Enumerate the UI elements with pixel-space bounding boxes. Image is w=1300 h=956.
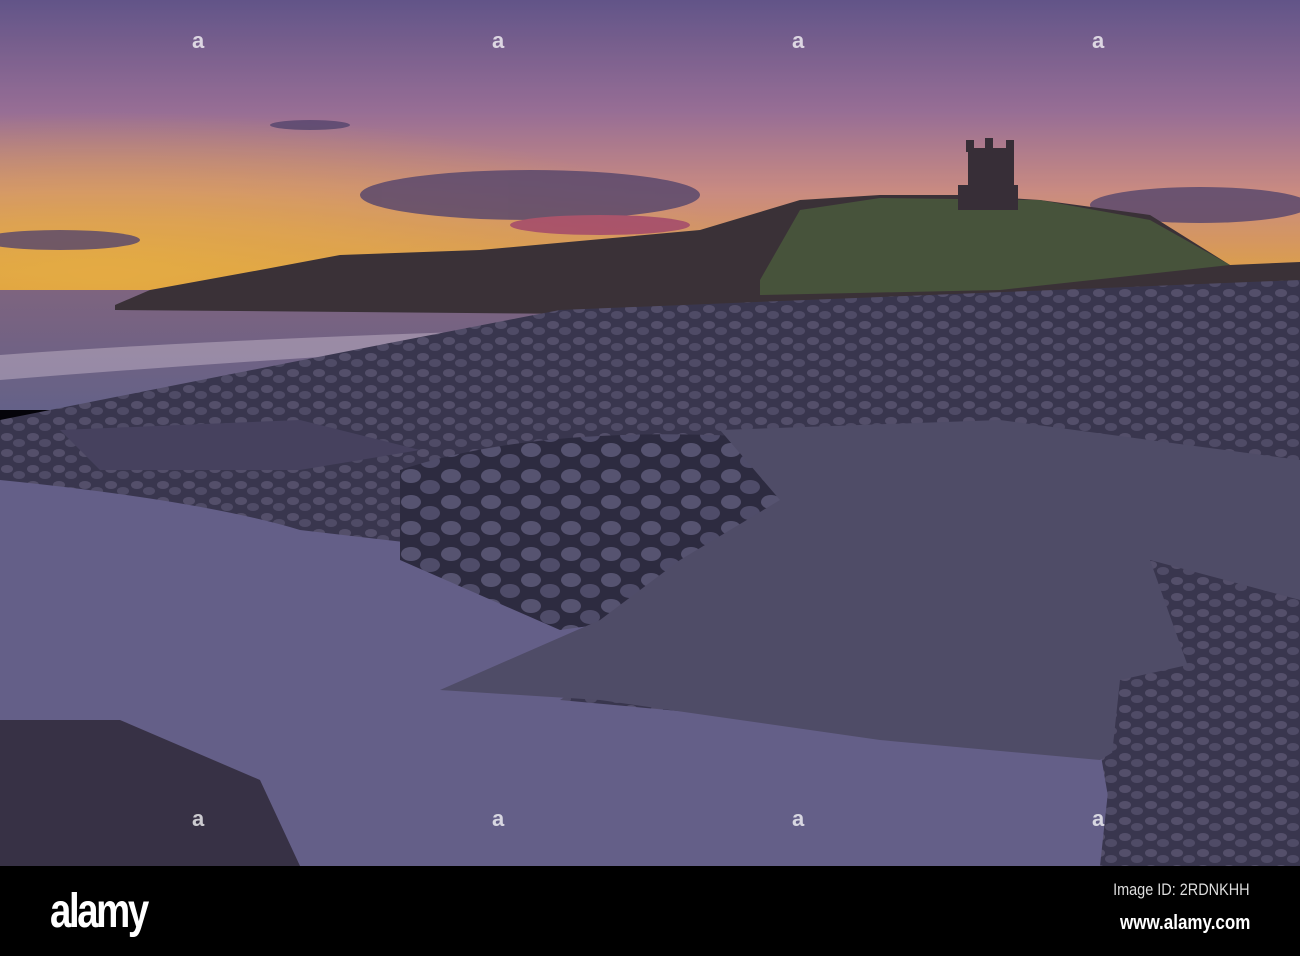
footer-bar: alamy Image ID: 2RDNKHH www.alamy.com [0,866,1300,956]
watermark-icon: a [1092,28,1105,53]
watermark-icon: a [1092,806,1105,831]
image-id: Image ID: 2RDNKHH [1113,880,1250,899]
stock-photo-page: a a a a a a a a alamy Image ID: 2RDNKHH … [0,0,1300,956]
watermark-icon: a [492,806,505,831]
watermark-icon: a [792,28,805,53]
landscape-photo [0,0,1300,866]
site-url[interactable]: www.alamy.com [1120,912,1250,935]
watermark-icon: a [492,28,505,53]
watermark-icon: a [192,28,205,53]
alamy-logo[interactable]: alamy [50,884,149,939]
watermark-icon: a [192,806,205,831]
watermark-icon: a [792,806,805,831]
